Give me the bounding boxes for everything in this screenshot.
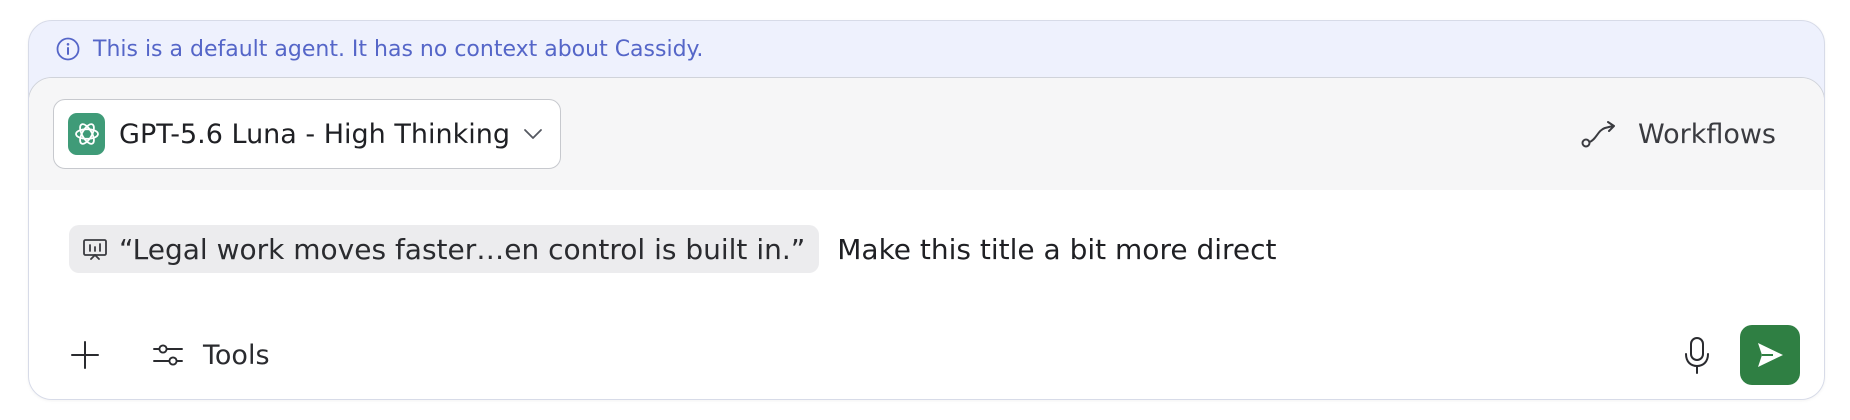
tools-button[interactable]: Tools: [151, 340, 270, 371]
microphone-icon: [1685, 337, 1709, 374]
send-button[interactable]: [1740, 325, 1800, 385]
notice-text: This is a default agent. It has no conte…: [93, 36, 704, 62]
model-selector[interactable]: GPT-5.6 Luna - High Thinking: [53, 99, 561, 169]
workflow-icon: [1580, 118, 1620, 150]
input-card: GPT-5.6 Luna - High Thinking Workflows “…: [29, 77, 1824, 399]
context-chip[interactable]: “Legal work moves faster…en control is b…: [69, 225, 820, 273]
presentation-icon: [81, 235, 109, 263]
top-toolbar: GPT-5.6 Luna - High Thinking Workflows: [29, 78, 1824, 190]
model-selector-label: GPT-5.6 Luna - High Thinking: [119, 118, 510, 150]
add-attachment-button[interactable]: [67, 337, 103, 373]
tools-label: Tools: [203, 339, 270, 371]
message-text: Make this title a bit more direct: [837, 232, 1277, 266]
message-input[interactable]: “Legal work moves faster…en control is b…: [29, 190, 1824, 308]
plus-icon: [71, 341, 99, 369]
default-agent-notice: This is a default agent. It has no conte…: [29, 21, 1824, 77]
microphone-button[interactable]: [1680, 334, 1714, 376]
bottom-toolbar: Tools: [29, 308, 1824, 399]
send-icon: [1758, 343, 1783, 367]
left-tools: Tools: [67, 337, 270, 373]
context-chip-text: “Legal work moves faster…en control is b…: [119, 232, 806, 266]
openai-logo-icon: [68, 113, 106, 155]
chevron-down-icon: [520, 121, 546, 147]
sliders-icon: [151, 340, 185, 370]
chat-composer: This is a default agent. It has no conte…: [28, 20, 1825, 400]
right-tools: [1680, 325, 1800, 385]
info-icon: [55, 36, 81, 62]
workflows-button[interactable]: Workflows: [1580, 118, 1776, 150]
workflows-label: Workflows: [1637, 118, 1776, 150]
